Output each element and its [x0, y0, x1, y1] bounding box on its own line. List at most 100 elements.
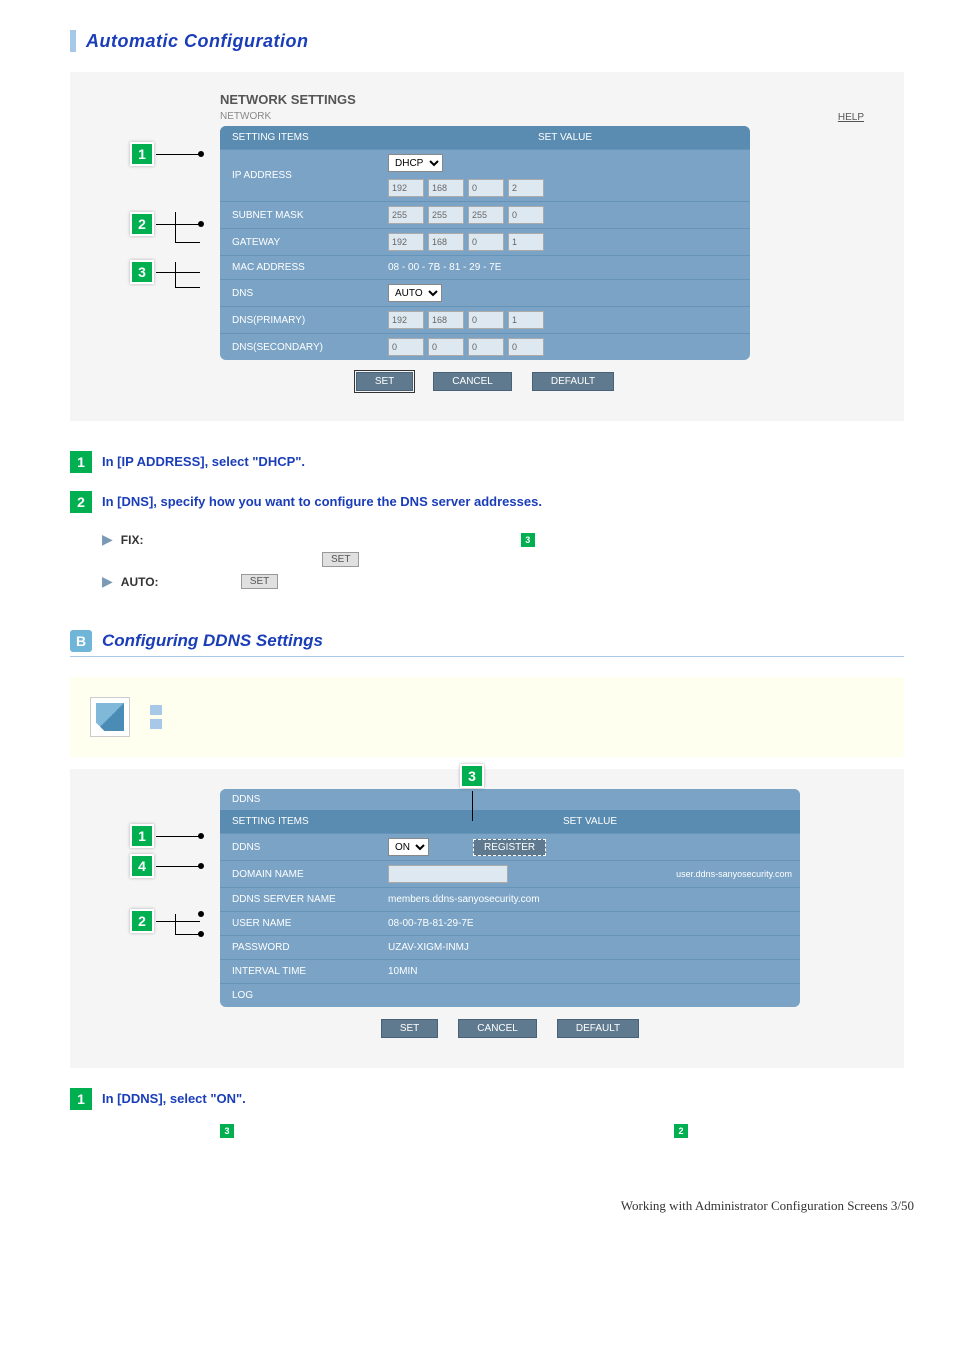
ip-octet-3[interactable] [468, 179, 504, 197]
callout-dot [198, 911, 204, 917]
dnss-octet-2[interactable] [428, 338, 464, 356]
callout-line [175, 212, 176, 242]
default-button[interactable]: DEFAULT [532, 372, 614, 391]
table-header: SETTING ITEMS SET VALUE [220, 126, 750, 149]
step-1: 1 In [IP ADDRESS], select "DHCP". [70, 451, 904, 473]
callout-line [156, 921, 200, 922]
ddns-title: DDNS [220, 789, 800, 810]
ref-3-bottom: 3 [220, 1124, 234, 1138]
subnet-octet-2[interactable] [428, 206, 464, 224]
arrow-icon: ▶ [102, 531, 113, 548]
callout-dot [198, 863, 204, 869]
dnsp-octet-1[interactable] [388, 311, 424, 329]
row-dns-secondary: DNS(SECONDARY) [220, 333, 750, 360]
ref-2-bottom: 2 [674, 1124, 688, 1138]
ddns-settings-panel: 3 DDNS SETTING ITEMS SET VALUE DDNS ON R… [70, 769, 904, 1068]
callout-line [175, 242, 200, 243]
arrow-icon: ▶ [102, 573, 113, 590]
set-button[interactable]: SET [356, 372, 413, 391]
value-password: UZAV-XIGM-INMJ [380, 936, 800, 959]
callout-line [175, 262, 176, 287]
ddns-header: SETTING ITEMS SET VALUE [220, 810, 800, 833]
ip-mode-select[interactable]: DHCP [388, 154, 443, 172]
cancel-button[interactable]: CANCEL [433, 372, 512, 391]
callout-3: 3 [130, 260, 154, 284]
subnet-octet-1[interactable] [388, 206, 424, 224]
domain-input[interactable] [388, 865, 508, 883]
dnss-octet-3[interactable] [468, 338, 504, 356]
help-link[interactable]: HELP [838, 112, 864, 123]
gateway-octet-2[interactable] [428, 233, 464, 251]
label-server: DDNS SERVER NAME [220, 888, 380, 911]
bullet-auto-label: AUTO: [121, 575, 221, 589]
step-list-auto: 1 In [IP ADDRESS], select "DHCP". 2 In [… [70, 451, 904, 590]
row-password: PASSWORD UZAV-XIGM-INMJ [220, 935, 800, 959]
callout-line [156, 154, 200, 155]
row-dns-primary: DNS(PRIMARY) [220, 306, 750, 333]
gateway-octet-3[interactable] [468, 233, 504, 251]
step-num-2: 2 [70, 491, 92, 513]
panel-title: NETWORK SETTINGS [220, 92, 874, 107]
ip-octet-2[interactable] [428, 179, 464, 197]
callout-dot [198, 931, 204, 937]
label-dns-primary: DNS(PRIMARY) [220, 307, 380, 333]
ref-3: 3 [521, 533, 535, 547]
set-button-auto[interactable]: SET [241, 574, 278, 589]
gateway-octet-4[interactable] [508, 233, 544, 251]
ddns-button-row: SET CANCEL DEFAULT [220, 1019, 800, 1038]
dnsp-octet-2[interactable] [428, 311, 464, 329]
callout-line [175, 287, 200, 288]
ip-octet-4[interactable] [508, 179, 544, 197]
label-user: USER NAME [220, 912, 380, 935]
callout-line [156, 224, 200, 225]
label-subnet: SUBNET MASK [220, 202, 380, 228]
subsection-header-ddns: B Configuring DDNS Settings [70, 630, 904, 657]
dnss-octet-4[interactable] [508, 338, 544, 356]
ddns-set-button[interactable]: SET [381, 1019, 438, 1038]
section-header-auto: Automatic Configuration [70, 30, 904, 52]
header-set-value: SET VALUE [380, 126, 750, 149]
ip-octet-1[interactable] [388, 179, 424, 197]
value-server: members.ddns-sanyosecurity.com [380, 888, 800, 911]
ddns-default-button[interactable]: DEFAULT [557, 1019, 639, 1038]
register-button[interactable]: REGISTER [473, 839, 546, 856]
section-title-auto: Automatic Configuration [86, 31, 308, 52]
step-text-1: In [IP ADDRESS], select "DHCP". [102, 451, 305, 469]
step-text-ddns-1: In [DDNS], select "ON". [102, 1088, 246, 1106]
set-button-fix[interactable]: SET [322, 552, 359, 567]
step-ddns-1: 1 In [DDNS], select "ON". [70, 1088, 904, 1110]
network-settings-panel: NETWORK SETTINGS NETWORK HELP SETTING IT… [70, 72, 904, 421]
label-dns-secondary: DNS(SECONDARY) [220, 334, 380, 360]
row-user: USER NAME 08-00-7B-81-29-7E [220, 911, 800, 935]
callout-line [472, 791, 473, 821]
bullet-fix-label: FIX: [121, 533, 221, 547]
label-password: PASSWORD [220, 936, 380, 959]
dnsp-octet-3[interactable] [468, 311, 504, 329]
callout-line [156, 866, 200, 867]
gateway-octet-1[interactable] [388, 233, 424, 251]
callout-1: 1 [130, 142, 154, 166]
ddns-mode-select[interactable]: ON [388, 838, 429, 856]
dnsp-octet-4[interactable] [508, 311, 544, 329]
subnet-octet-4[interactable] [508, 206, 544, 224]
subsection-letter: B [70, 630, 92, 652]
callout-2: 2 [130, 212, 154, 236]
row-gateway: GATEWAY [220, 228, 750, 255]
label-interval: INTERVAL TIME [220, 960, 380, 983]
network-button-row: SET CANCEL DEFAULT [220, 372, 750, 391]
bullet-fix: ▶ FIX: 3 [102, 531, 904, 548]
ddns-cancel-button[interactable]: CANCEL [458, 1019, 537, 1038]
header-setting-items: SETTING ITEMS [220, 126, 380, 149]
label-gateway: GATEWAY [220, 229, 380, 255]
callout-1-ddns: 1 [130, 824, 154, 848]
value-log [380, 984, 800, 1007]
subnet-octet-3[interactable] [468, 206, 504, 224]
network-settings-table: SETTING ITEMS SET VALUE IP ADDRESS DHCP [220, 126, 750, 360]
dnss-octet-1[interactable] [388, 338, 424, 356]
row-server: DDNS SERVER NAME members.ddns-sanyosecur… [220, 887, 800, 911]
label-ip-address: IP ADDRESS [220, 150, 380, 201]
ddns-settings-table: DDNS SETTING ITEMS SET VALUE DDNS ON REG… [220, 789, 800, 1007]
callout-dot [198, 833, 204, 839]
dns-mode-select[interactable]: AUTO [388, 284, 442, 302]
callout-2-ddns: 2 [130, 909, 154, 933]
